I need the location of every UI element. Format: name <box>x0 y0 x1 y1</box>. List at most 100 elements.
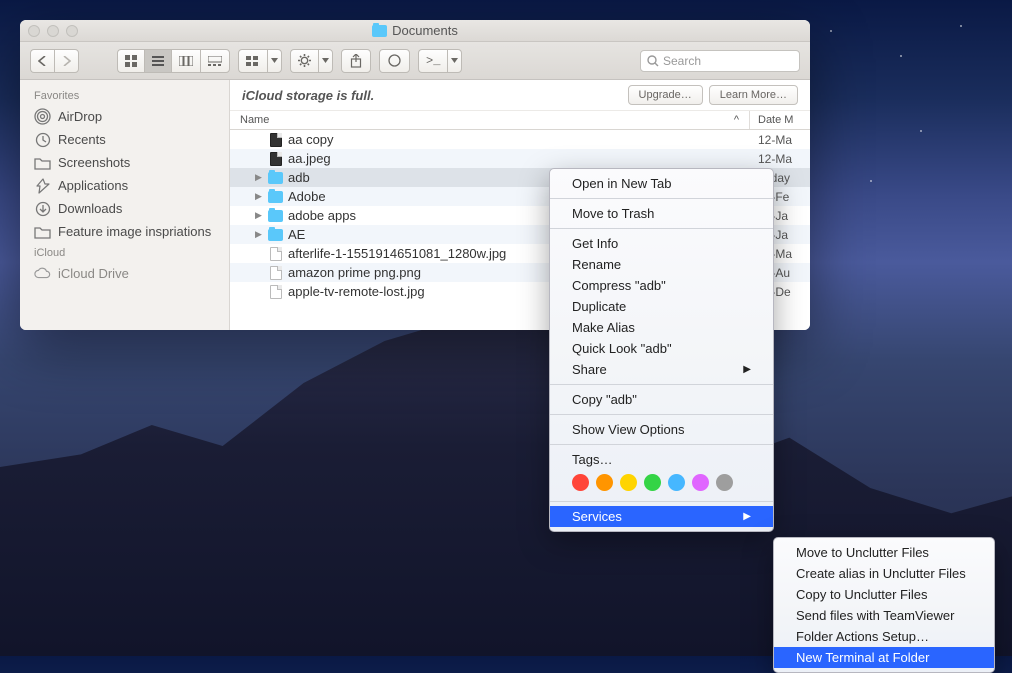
list-view-button[interactable] <box>144 49 171 73</box>
tag-dot[interactable] <box>716 474 733 491</box>
folder-icon <box>268 189 283 204</box>
menu-item[interactable]: Show View Options <box>550 419 773 440</box>
file-row[interactable]: aa.jpeg12-Ma <box>230 149 810 168</box>
tag-dot[interactable] <box>668 474 685 491</box>
back-button[interactable] <box>30 49 54 73</box>
sidebar-item[interactable]: Downloads <box>20 197 229 220</box>
tag-dot[interactable] <box>596 474 613 491</box>
sidebar-section-header: iCloud <box>20 243 229 262</box>
sidebar-item-label: Downloads <box>58 201 122 216</box>
file-name: aa copy <box>288 132 334 147</box>
gallery-view-button[interactable] <box>200 49 230 73</box>
menu-item[interactable]: Compress "adb" <box>550 275 773 296</box>
cloud-icon <box>34 265 51 282</box>
search-icon <box>647 55 659 67</box>
services-submenu[interactable]: Move to Unclutter FilesCreate alias in U… <box>773 537 995 673</box>
tag-dot[interactable] <box>620 474 637 491</box>
menu-item[interactable]: Quick Look "adb" <box>550 338 773 359</box>
sidebar-item-label: Recents <box>58 132 106 147</box>
sidebar: Favorites AirDrop Recents Screenshots Applic… <box>20 80 230 330</box>
menu-item[interactable]: Send files with TeamViewer <box>774 605 994 626</box>
menu-item[interactable]: Get Info <box>550 233 773 254</box>
window-title: Documents <box>372 23 458 38</box>
file-name: amazon prime png.png <box>288 265 421 280</box>
disclosure-triangle-icon[interactable]: ▶ <box>254 210 263 221</box>
sidebar-item[interactable]: AirDrop <box>20 105 229 128</box>
disclosure-triangle-icon[interactable]: ▶ <box>254 172 263 183</box>
folder-icon <box>268 208 283 223</box>
window-title-text: Documents <box>392 23 458 38</box>
download-icon <box>34 200 51 217</box>
path-button[interactable]: >_ <box>418 49 462 73</box>
date-column-header[interactable]: Date M <box>750 111 810 129</box>
folder-icon <box>268 227 283 242</box>
file-icon <box>268 265 283 280</box>
airdrop-icon <box>34 108 51 125</box>
menu-item[interactable]: New Terminal at Folder <box>774 647 994 668</box>
menu-item[interactable]: Create alias in Unclutter Files <box>774 563 994 584</box>
arrange-button[interactable] <box>238 49 282 73</box>
share-button[interactable] <box>341 49 371 73</box>
icon-view-button[interactable] <box>117 49 144 73</box>
disclosure-triangle-icon[interactable]: ▶ <box>254 229 263 240</box>
disclosure-triangle-icon[interactable]: ▶ <box>254 191 263 202</box>
sidebar-item[interactable]: Applications <box>20 174 229 197</box>
file-icon <box>268 246 283 261</box>
upgrade-button[interactable]: Upgrade… <box>628 85 703 105</box>
file-name: afterlife-1-1551914651081_1280w.jpg <box>288 246 506 261</box>
file-icon <box>268 132 283 147</box>
menu-item[interactable]: Folder Actions Setup… <box>774 626 994 647</box>
tag-dot[interactable] <box>644 474 661 491</box>
toolbar: >_ Search <box>20 42 810 80</box>
sidebar-item-label: Screenshots <box>58 155 130 170</box>
menu-item[interactable]: Move to Unclutter Files <box>774 542 994 563</box>
sidebar-section-header: Favorites <box>20 86 229 105</box>
menu-item[interactable]: Move to Trash <box>550 203 773 224</box>
file-icon <box>268 284 283 299</box>
sidebar-item-label: iCloud Drive <box>58 266 129 281</box>
folder-icon <box>372 25 387 37</box>
column-headers[interactable]: Name ^ Date M <box>230 111 810 130</box>
search-input[interactable]: Search <box>640 50 800 72</box>
apps-icon <box>34 177 51 194</box>
sidebar-item[interactable]: Feature image inspriations <box>20 220 229 243</box>
menu-item[interactable]: Tags… <box>550 449 773 470</box>
window-controls[interactable] <box>28 25 78 37</box>
file-name: AE <box>288 227 305 242</box>
sidebar-item[interactable]: iCloud Drive <box>20 262 229 285</box>
menu-item[interactable]: Duplicate <box>550 296 773 317</box>
minimize-button[interactable] <box>47 25 59 37</box>
menu-item[interactable]: Copy "adb" <box>550 389 773 410</box>
sidebar-item[interactable]: Recents <box>20 128 229 151</box>
file-date: 12-Ma <box>750 133 810 147</box>
sidebar-item-label: AirDrop <box>58 109 102 124</box>
learn-more-button[interactable]: Learn More… <box>709 85 798 105</box>
menu-item[interactable]: Share▶ <box>550 359 773 380</box>
tag-dot[interactable] <box>572 474 589 491</box>
close-button[interactable] <box>28 25 40 37</box>
view-mode-buttons <box>117 49 230 73</box>
zoom-button[interactable] <box>66 25 78 37</box>
tags-button[interactable] <box>379 49 410 73</box>
context-menu[interactable]: Open in New Tab Move to Trash Get InfoRena… <box>549 168 774 532</box>
menu-item[interactable]: Open in New Tab <box>550 173 773 194</box>
name-column-header[interactable]: Name ^ <box>230 111 750 129</box>
column-view-button[interactable] <box>171 49 200 73</box>
menu-item[interactable]: Copy to Unclutter Files <box>774 584 994 605</box>
file-row[interactable]: aa copy 12-Ma <box>230 130 810 149</box>
forward-button[interactable] <box>54 49 79 73</box>
file-name: Adobe <box>288 189 326 204</box>
folder-icon <box>34 223 51 240</box>
menu-item[interactable]: Make Alias <box>550 317 773 338</box>
submenu-arrow-icon: ▶ <box>743 511 751 522</box>
titlebar[interactable]: Documents <box>20 20 810 42</box>
file-name: aa.jpeg <box>288 151 331 166</box>
tag-dot[interactable] <box>692 474 709 491</box>
submenu-arrow-icon: ▶ <box>743 364 751 375</box>
banner-text: iCloud storage is full. <box>242 88 374 103</box>
menu-item[interactable]: Rename <box>550 254 773 275</box>
action-button[interactable] <box>290 49 333 73</box>
menu-item[interactable]: Services▶ <box>550 506 773 527</box>
sidebar-item[interactable]: Screenshots <box>20 151 229 174</box>
sidebar-item-label: Applications <box>58 178 128 193</box>
